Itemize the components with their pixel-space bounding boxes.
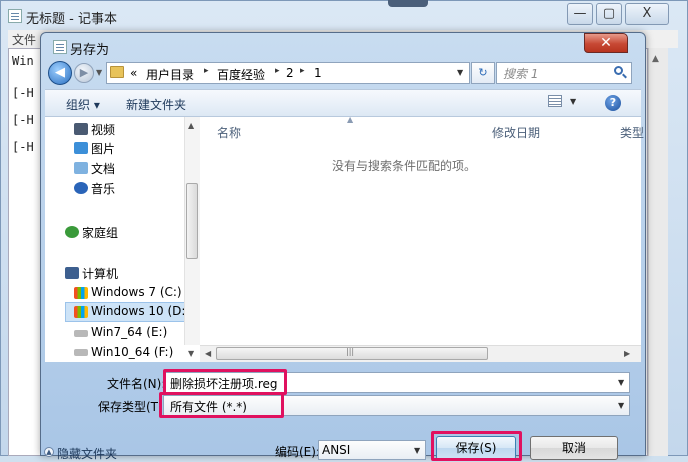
breadcrumb-separator-icon[interactable]: ▸: [300, 66, 305, 76]
nav-item-music[interactable]: 音乐: [91, 180, 115, 197]
scrollbar-grip: |||: [346, 347, 355, 356]
document-icon: [74, 162, 88, 174]
help-icon[interactable]: ?: [605, 95, 621, 111]
encoding-label: 编码(E):: [275, 445, 320, 459]
column-header-name[interactable]: 名称: [217, 124, 241, 141]
notepad-line: [-H: [12, 86, 34, 100]
computer-icon: [65, 267, 79, 279]
column-header-date[interactable]: 修改日期: [492, 124, 540, 141]
organize-button[interactable]: 组织 ▾: [66, 96, 100, 113]
view-options-icon[interactable]: [548, 95, 562, 107]
scroll-left-arrow-icon[interactable]: ◀: [205, 349, 211, 358]
highlight-box-save: [431, 431, 522, 461]
sort-indicator-icon: ▲: [347, 115, 354, 124]
video-icon: [74, 123, 88, 135]
encoding-dropdown-icon[interactable]: ▼: [414, 446, 420, 455]
highlight-box-filetype: [159, 392, 284, 418]
nav-item-videos[interactable]: 视频: [91, 121, 115, 138]
drive-icon: [74, 330, 88, 337]
breadcrumb-separator-icon[interactable]: ▸: [275, 66, 280, 76]
breadcrumb-separator-icon[interactable]: ▸: [204, 66, 209, 76]
history-dropdown-icon[interactable]: ▼: [96, 68, 102, 77]
breadcrumb-item[interactable]: 百度经验: [217, 66, 265, 83]
column-header-type[interactable]: 类型: [620, 124, 644, 141]
dialog-close-button[interactable]: ✕: [584, 33, 628, 53]
breadcrumb-item[interactable]: 2: [286, 66, 294, 80]
search-icon[interactable]: [614, 66, 623, 75]
view-dropdown-icon[interactable]: ▼: [570, 97, 576, 106]
address-dropdown-icon[interactable]: ▼: [457, 68, 463, 77]
maximize-button[interactable]: ▢: [596, 3, 622, 25]
nav-item-computer[interactable]: 计算机: [82, 265, 118, 282]
drive-icon: [74, 349, 88, 356]
window-edge-nub: [388, 0, 428, 7]
dialog-title: 另存为: [70, 43, 110, 58]
nav-item-pictures[interactable]: 图片: [91, 140, 115, 157]
encoding-value: ANSI: [322, 443, 351, 457]
notepad-line: [-H: [12, 113, 34, 127]
notepad-line: Win: [12, 54, 34, 68]
file-list[interactable]: [200, 117, 641, 345]
notepad-scrollbar[interactable]: [648, 48, 668, 456]
scroll-up-arrow-icon[interactable]: ▲: [652, 54, 659, 64]
hide-folders-button[interactable]: 隐藏文件夹: [57, 445, 117, 462]
picture-icon: [74, 142, 88, 154]
refresh-icon[interactable]: ↻: [471, 62, 495, 84]
nav-item-drive-f[interactable]: Win10_64 (F:): [91, 345, 173, 359]
dialog-icon: [53, 40, 67, 54]
notepad-icon: [8, 9, 22, 23]
scroll-right-arrow-icon[interactable]: ▶: [624, 349, 630, 358]
nav-item-homegroup[interactable]: 家庭组: [82, 224, 118, 241]
notepad-title: 无标题 - 记事本: [26, 12, 117, 27]
nav-item-drive-e[interactable]: Win7_64 (E:): [91, 325, 167, 339]
nav-item-drive-d[interactable]: Windows 10 (D:): [91, 304, 190, 318]
breadcrumb-item[interactable]: 用户目录: [146, 66, 194, 83]
back-arrow-icon[interactable]: ◀: [48, 61, 72, 85]
filename-label: 文件名(N):: [107, 377, 166, 391]
search-placeholder: 搜索 1: [503, 67, 539, 81]
filename-dropdown-icon[interactable]: ▼: [618, 378, 624, 387]
filetype-dropdown-icon[interactable]: ▼: [618, 401, 624, 410]
filetype-label: 保存类型(T):: [98, 400, 167, 414]
music-icon: [74, 182, 88, 194]
notepad-line: [-H: [12, 140, 34, 154]
menu-file[interactable]: 文件: [12, 31, 36, 48]
homegroup-icon: [65, 226, 79, 238]
notepad-close-button[interactable]: X: [625, 3, 669, 25]
empty-list-message: 没有与搜索条件匹配的项。: [332, 159, 477, 173]
drive-icon: [74, 306, 88, 318]
forward-arrow-icon[interactable]: ▶: [74, 63, 94, 83]
drive-icon: [74, 287, 88, 299]
scroll-up-arrow-icon[interactable]: ▲: [188, 121, 194, 130]
breadcrumb-item[interactable]: 1: [314, 66, 322, 80]
folder-icon: [110, 66, 124, 78]
minimize-button[interactable]: —: [567, 3, 593, 25]
scroll-down-arrow-icon[interactable]: ▼: [188, 349, 194, 358]
new-folder-button[interactable]: 新建文件夹: [126, 96, 186, 113]
breadcrumb-overflow[interactable]: «: [130, 66, 137, 80]
cancel-button[interactable]: 取消: [530, 436, 618, 460]
nav-item-drive-c[interactable]: Windows 7 (C:): [91, 285, 182, 299]
nav-scrollbar-thumb[interactable]: [186, 183, 198, 259]
nav-item-documents[interactable]: 文档: [91, 160, 115, 177]
